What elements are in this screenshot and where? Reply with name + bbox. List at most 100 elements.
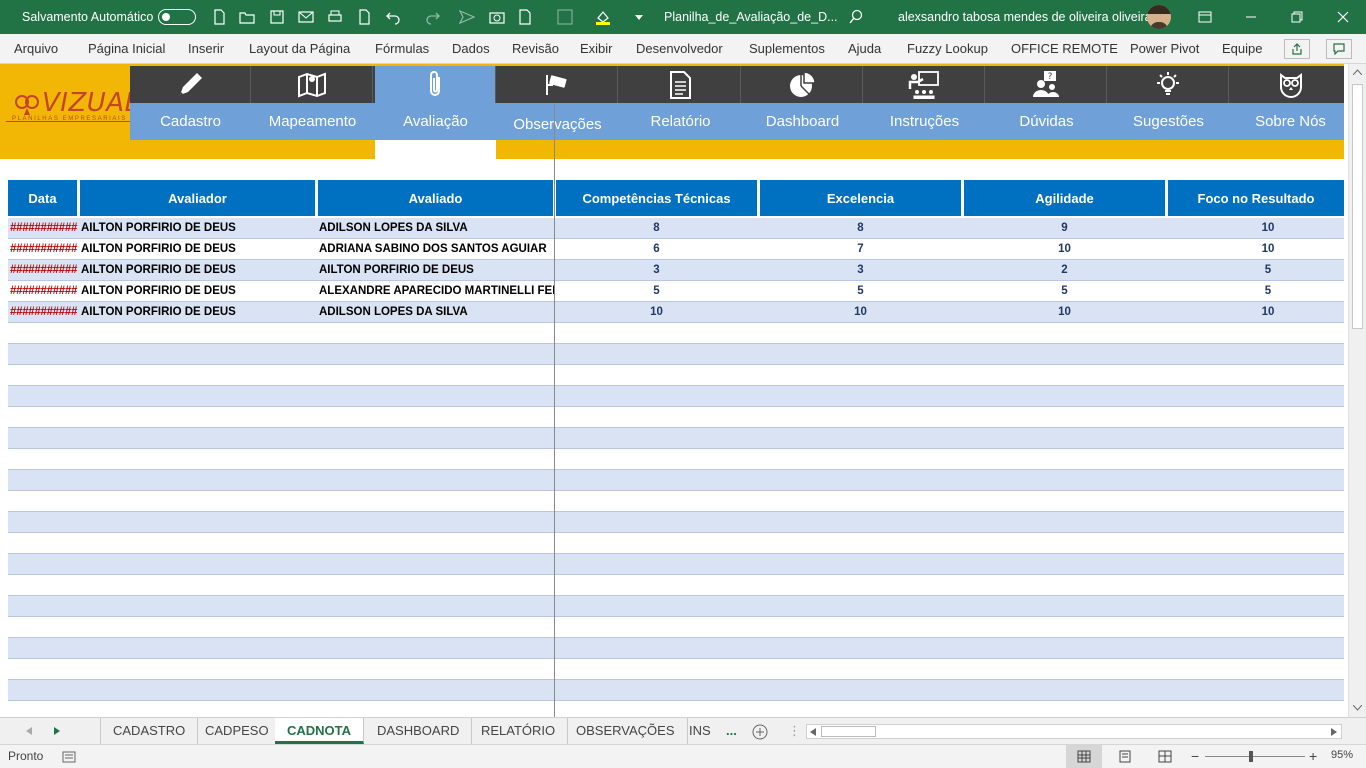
sheet-tab-dashboard[interactable]: DASHBOARD xyxy=(365,718,473,744)
table-row[interactable] xyxy=(8,617,1344,638)
table-cell[interactable]: 6 xyxy=(556,239,757,259)
col-header-foco[interactable]: Foco no Resultado xyxy=(1168,180,1344,216)
table-row[interactable] xyxy=(8,386,1344,407)
col-header-avaliador[interactable]: Avaliador xyxy=(80,180,315,216)
page-layout-icon[interactable] xyxy=(1118,750,1132,763)
table-row[interactable]: ########### AILTON PORFIRIO DE DEUS ADRIAN… xyxy=(8,239,1344,260)
table-cell[interactable]: 8 xyxy=(556,218,757,238)
open-folder-icon[interactable] xyxy=(238,8,256,26)
table-cell[interactable]: 10 xyxy=(760,302,961,322)
menu-formulas[interactable]: Fórmulas xyxy=(375,41,429,56)
table-cell[interactable]: 10 xyxy=(964,239,1165,259)
table-cell[interactable]: 10 xyxy=(1168,218,1348,238)
sheet-tab-observacoes[interactable]: OBSERVAÇÕES xyxy=(564,718,688,744)
table-row[interactable] xyxy=(8,470,1344,491)
table-cell[interactable]: ########### xyxy=(10,218,78,238)
table-cell[interactable]: ADRIANA SABINO DOS SANTOS AGUIAR xyxy=(319,239,554,259)
menu-pagina-inicial[interactable]: Página Inicial xyxy=(88,41,165,56)
new-file-icon[interactable] xyxy=(210,8,228,26)
search-icon[interactable] xyxy=(847,8,865,26)
zoom-in-icon[interactable]: + xyxy=(1309,748,1317,764)
add-sheet-icon[interactable] xyxy=(752,724,768,740)
menu-equipe[interactable]: Equipe xyxy=(1222,41,1262,56)
nav-mapeamento[interactable]: Mapeamento xyxy=(252,66,373,140)
table-row[interactable] xyxy=(8,365,1344,386)
table-cell[interactable]: 10 xyxy=(964,302,1165,322)
restore-icon[interactable] xyxy=(1274,0,1320,34)
col-header-avaliado[interactable]: Avaliado xyxy=(318,180,553,216)
sheet-tab-ins[interactable]: INS xyxy=(677,718,723,744)
table-cell[interactable]: 5 xyxy=(1168,260,1348,280)
pdf-icon[interactable] xyxy=(355,8,373,26)
fill-color-icon[interactable] xyxy=(594,8,612,26)
vertical-scroll-thumb[interactable] xyxy=(1352,84,1363,329)
table-row[interactable] xyxy=(8,596,1344,617)
table-row[interactable] xyxy=(8,575,1344,596)
edit-doc-icon[interactable] xyxy=(516,8,534,26)
table-cell[interactable]: AILTON PORFIRIO DE DEUS xyxy=(81,218,315,238)
minimize-icon[interactable] xyxy=(1228,0,1274,34)
page-break-icon[interactable] xyxy=(1158,750,1172,763)
table-row[interactable] xyxy=(8,680,1344,701)
table-cell[interactable]: 10 xyxy=(1168,239,1348,259)
table-cell[interactable]: ADILSON LOPES DA SILVA xyxy=(319,302,554,322)
zoom-level[interactable]: 95% xyxy=(1331,749,1353,761)
menu-ajuda[interactable]: Ajuda xyxy=(848,41,881,56)
menu-arquivo[interactable]: Arquivo xyxy=(14,41,58,56)
worksheet[interactable]: VIZUAL PLANILHAS EMPRESARIAIS Cadastro M… xyxy=(0,64,1348,717)
table-row[interactable]: ########### AILTON PORFIRIO DE DEUS AILTON… xyxy=(8,260,1344,281)
table-row[interactable] xyxy=(8,491,1344,512)
table-row[interactable] xyxy=(8,428,1344,449)
table-row[interactable] xyxy=(8,638,1344,659)
table-cell[interactable]: AILTON PORFIRIO DE DEUS xyxy=(319,260,554,280)
close-icon[interactable] xyxy=(1320,0,1366,34)
zoom-out-icon[interactable]: − xyxy=(1191,748,1199,764)
table-row[interactable]: ########### AILTON PORFIRIO DE DEUS ADILSO… xyxy=(8,302,1344,323)
sheet-tab-cadastro[interactable]: CADASTRO xyxy=(101,718,199,744)
table-cell[interactable]: ALEXANDRE APARECIDO MARTINELLI FERREIRA xyxy=(319,281,554,301)
table-row[interactable] xyxy=(8,407,1344,428)
col-header-excelencia[interactable]: Excelencia xyxy=(760,180,961,216)
sheet-tab-cadnota[interactable]: CADNOTA xyxy=(275,718,365,744)
table-cell[interactable]: AILTON PORFIRIO DE DEUS xyxy=(81,302,315,322)
nav-avaliacao[interactable]: Avaliação xyxy=(375,66,496,140)
sheet-tab-cadpeso[interactable]: CADPESO xyxy=(193,718,282,744)
table-row[interactable] xyxy=(8,323,1344,344)
macro-record-icon[interactable] xyxy=(62,751,76,763)
table-row[interactable] xyxy=(8,512,1344,533)
table-row[interactable] xyxy=(8,554,1344,575)
send-icon[interactable] xyxy=(458,8,476,26)
avatar[interactable] xyxy=(1147,5,1171,29)
autosave-toggle[interactable] xyxy=(158,9,196,25)
table-cell[interactable]: 5 xyxy=(964,281,1165,301)
menu-fuzzy-lookup[interactable]: Fuzzy Lookup xyxy=(907,41,988,56)
menu-desenvolvedor[interactable]: Desenvolvedor xyxy=(636,41,723,56)
normal-view-icon[interactable] xyxy=(1077,750,1091,763)
horizontal-scrollbar[interactable] xyxy=(806,724,1342,739)
table-cell[interactable]: AILTON PORFIRIO DE DEUS xyxy=(81,239,315,259)
table-cell[interactable]: 3 xyxy=(760,260,961,280)
zoom-slider[interactable] xyxy=(1205,756,1305,757)
col-header-data[interactable]: Data xyxy=(8,180,77,216)
sheet-tab-relatorio[interactable]: RELATÓRIO xyxy=(469,718,569,744)
menu-inserir[interactable]: Inserir xyxy=(188,41,224,56)
table-cell[interactable]: 5 xyxy=(1168,281,1348,301)
menu-suplementos[interactable]: Suplementos xyxy=(749,41,825,56)
comments-icon[interactable] xyxy=(1326,39,1352,59)
save-icon[interactable] xyxy=(268,8,286,26)
nav-sobre-nos[interactable]: Sobre Nós xyxy=(1230,66,1348,140)
nav-observacoes[interactable]: Observações xyxy=(497,66,618,140)
nav-relatorio[interactable]: Relatório xyxy=(620,66,741,140)
tab-scroll-left-icon[interactable] xyxy=(26,727,32,735)
table-cell[interactable]: AILTON PORFIRIO DE DEUS xyxy=(81,281,315,301)
menu-power-pivot[interactable]: Power Pivot xyxy=(1130,41,1199,56)
table-cell[interactable]: 7 xyxy=(760,239,961,259)
nav-duvidas[interactable]: ? Dúvidas xyxy=(986,66,1107,140)
scroll-down-icon[interactable] xyxy=(1353,705,1362,711)
menu-layout[interactable]: Layout da Página xyxy=(249,41,350,56)
hscroll-left-icon[interactable] xyxy=(810,728,816,736)
table-cell[interactable]: 5 xyxy=(556,281,757,301)
print-icon[interactable] xyxy=(326,8,344,26)
share-icon[interactable] xyxy=(1284,39,1310,59)
col-header-agilidade[interactable]: Agilidade xyxy=(964,180,1165,216)
